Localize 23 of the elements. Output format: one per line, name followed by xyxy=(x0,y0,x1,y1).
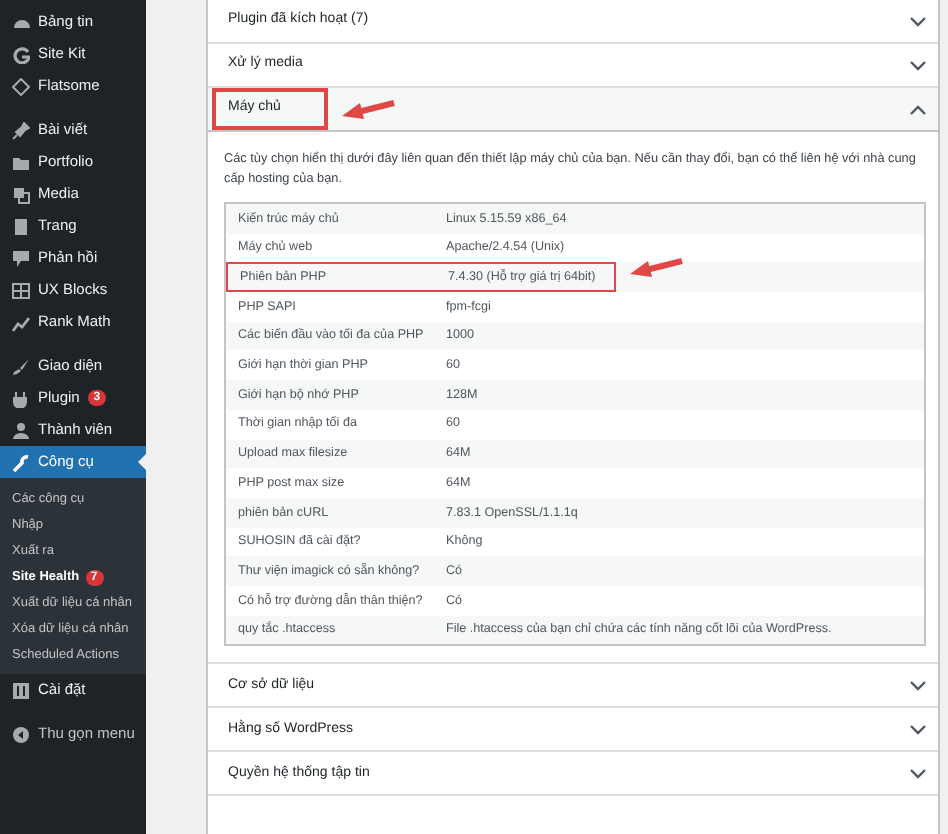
page-icon xyxy=(12,217,30,235)
folder-icon xyxy=(12,153,30,171)
brush-icon xyxy=(12,357,30,375)
diamond-icon xyxy=(12,77,30,95)
annotation-arrow xyxy=(340,97,397,121)
chart-icon xyxy=(12,313,30,331)
chevron-down-icon xyxy=(910,723,926,736)
chevron-down-icon xyxy=(910,679,926,692)
user-icon xyxy=(12,421,30,439)
chevron-down-icon xyxy=(910,767,926,780)
chevron-down-icon xyxy=(910,59,926,71)
annotation-arrow xyxy=(628,255,684,280)
chevron-down-icon xyxy=(910,15,926,27)
speech-bubble-icon xyxy=(12,249,30,267)
media-icon xyxy=(12,185,30,203)
g-letter-icon xyxy=(12,45,30,63)
wrench-icon xyxy=(12,453,30,471)
collapse-icon xyxy=(12,725,30,743)
grid-icon xyxy=(12,281,30,299)
settings-icon xyxy=(12,681,30,699)
pin-icon xyxy=(12,121,30,139)
plug-icon xyxy=(12,389,30,407)
chevron-up-icon xyxy=(910,103,926,115)
